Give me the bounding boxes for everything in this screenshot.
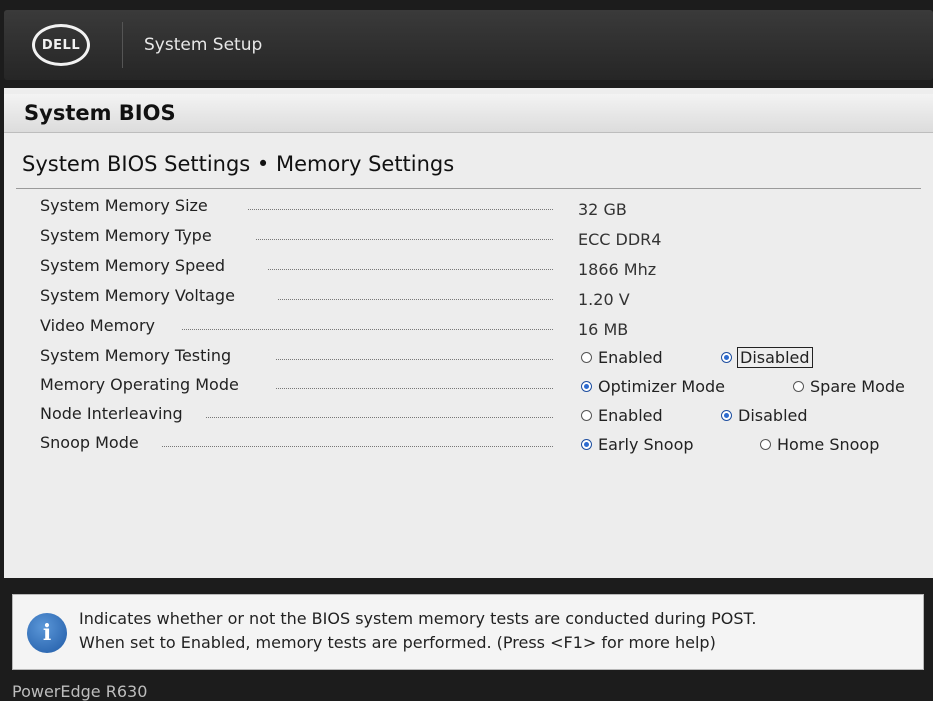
leader-dots xyxy=(182,329,553,330)
leader-dots xyxy=(206,417,553,418)
radio-label: Spare Mode xyxy=(810,377,905,396)
setting-label: System Memory Speed xyxy=(40,256,226,275)
help-text-line-2: When set to Enabled, memory tests are pe… xyxy=(79,633,716,652)
header-divider xyxy=(122,22,123,68)
app-title: System Setup xyxy=(144,35,263,55)
radio-label: Disabled xyxy=(738,406,808,425)
setting-value: 32 GB xyxy=(578,200,627,219)
setting-row: System Memory Voltage 1.20 V xyxy=(4,284,933,312)
setting-label: System Memory Testing xyxy=(40,346,232,365)
leader-dots xyxy=(256,239,553,240)
leader-dots xyxy=(276,388,553,389)
radio-selected-icon xyxy=(721,352,732,363)
page-title: System BIOS xyxy=(24,101,176,125)
setting-value: 1866 Mhz xyxy=(578,260,657,279)
leader-dots xyxy=(276,359,553,360)
radio-optimizer-mode[interactable]: Optimizer Mode xyxy=(581,377,725,396)
leader-dots xyxy=(248,209,553,210)
radio-spare-mode[interactable]: Spare Mode xyxy=(793,377,905,396)
setting-label: Snoop Mode xyxy=(40,433,139,452)
bios-title-bar: System BIOS xyxy=(4,94,933,133)
radio-label: Early Snoop xyxy=(598,435,694,454)
top-header: DELL System Setup xyxy=(4,10,933,80)
radio-icon xyxy=(581,352,592,363)
setting-label: Memory Operating Mode xyxy=(40,375,239,394)
radio-label: Enabled xyxy=(598,348,663,367)
setting-label: System Memory Size xyxy=(40,196,208,215)
radio-selected-icon xyxy=(581,381,592,392)
setting-row-node-interleaving[interactable]: Node Interleaving Enabled Disabled xyxy=(4,402,933,430)
setting-label: Video Memory xyxy=(40,316,155,335)
radio-early-snoop[interactable]: Early Snoop xyxy=(581,435,694,454)
setting-value: 16 MB xyxy=(578,320,629,339)
help-panel: i Indicates whether or not the BIOS syst… xyxy=(12,594,924,670)
radio-icon xyxy=(793,381,804,392)
setting-row: System Memory Size 32 GB xyxy=(4,194,933,222)
setting-row: Video Memory 16 MB xyxy=(4,314,933,342)
leader-dots xyxy=(268,269,553,270)
section-title: System BIOS Settings • Memory Settings xyxy=(22,152,455,176)
leader-dots xyxy=(278,299,553,300)
setting-label: System Memory Type xyxy=(40,226,212,245)
setting-label: Node Interleaving xyxy=(40,404,183,423)
radio-label: Optimizer Mode xyxy=(598,377,725,396)
info-icon: i xyxy=(27,613,67,653)
radio-node-interleaving-enabled[interactable]: Enabled xyxy=(581,406,663,425)
radio-node-interleaving-disabled[interactable]: Disabled xyxy=(721,406,808,425)
section-divider xyxy=(16,188,921,189)
setting-row: System Memory Type ECC DDR4 xyxy=(4,224,933,252)
radio-memory-testing-enabled[interactable]: Enabled xyxy=(581,348,663,367)
help-text-line-1: Indicates whether or not the BIOS system… xyxy=(79,609,757,628)
radio-memory-testing-disabled[interactable]: Disabled xyxy=(721,347,813,368)
setting-label: System Memory Voltage xyxy=(40,286,235,305)
setting-value: 1.20 V xyxy=(578,290,630,309)
setting-row-operating-mode[interactable]: Memory Operating Mode Optimizer Mode Spa… xyxy=(4,373,933,401)
radio-icon xyxy=(760,439,771,450)
radio-label: Home Snoop xyxy=(777,435,880,454)
setting-row-snoop-mode[interactable]: Snoop Mode Early Snoop Home Snoop xyxy=(4,431,933,459)
main-panel: System BIOS System BIOS Settings • Memor… xyxy=(4,88,933,578)
radio-label: Disabled xyxy=(737,347,813,368)
setting-row: System Memory Speed 1866 Mhz xyxy=(4,254,933,282)
radio-icon xyxy=(581,410,592,421)
dell-logo: DELL xyxy=(32,24,90,66)
setting-value: ECC DDR4 xyxy=(578,230,662,249)
model-name: PowerEdge R630 xyxy=(12,682,148,701)
radio-home-snoop[interactable]: Home Snoop xyxy=(760,435,879,454)
leader-dots xyxy=(162,446,553,447)
radio-selected-icon xyxy=(721,410,732,421)
radio-label: Enabled xyxy=(598,406,663,425)
radio-selected-icon xyxy=(581,439,592,450)
setting-row-memory-testing[interactable]: System Memory Testing Enabled Disabled xyxy=(4,344,933,372)
